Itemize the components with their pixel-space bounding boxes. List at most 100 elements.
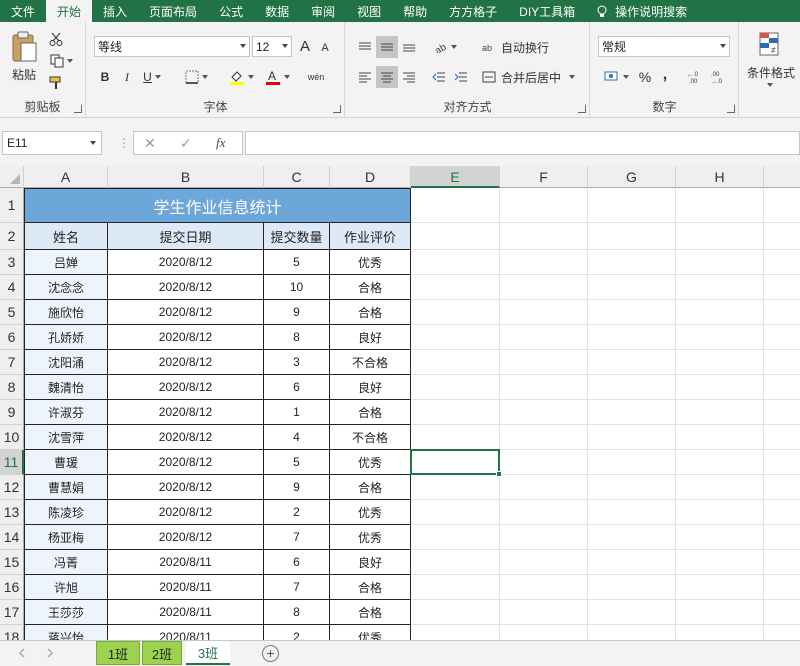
table-cell[interactable]: 曹瑗	[24, 450, 108, 475]
menu-tab-11[interactable]: 操作说明搜索	[586, 0, 698, 22]
active-cell-cursor[interactable]	[410, 449, 502, 477]
header-cell[interactable]: 姓名	[24, 223, 108, 250]
table-cell[interactable]: 2020/8/11	[108, 550, 264, 575]
orientation-icon[interactable]: ab	[430, 36, 460, 58]
table-title[interactable]: 学生作业信息统计	[24, 188, 411, 223]
menu-tab-1[interactable]: 开始	[46, 0, 93, 22]
table-cell[interactable]: 优秀	[330, 250, 411, 275]
formula-bar-splitter-icon[interactable]: ⋮	[118, 134, 130, 152]
format-painter-icon[interactable]	[46, 74, 66, 92]
conditional-format-icon[interactable]: ≠	[756, 30, 784, 60]
row-header-13[interactable]: 13	[0, 500, 24, 525]
italic-button[interactable]: I	[117, 66, 137, 88]
table-cell[interactable]: 不合格	[330, 425, 411, 450]
menu-tab-4[interactable]: 公式	[208, 0, 254, 22]
row-header-9[interactable]: 9	[0, 400, 24, 425]
table-cell[interactable]: 10	[264, 275, 330, 300]
row-header-4[interactable]: 4	[0, 275, 24, 300]
copy-icon[interactable]	[46, 52, 76, 70]
merge-center-button[interactable]: 合并后居中	[482, 66, 582, 88]
alignment-launcher-icon[interactable]	[578, 105, 586, 113]
table-cell[interactable]: 2020/8/11	[108, 625, 264, 640]
menu-tab-5[interactable]: 数据	[254, 0, 300, 22]
select-all-corner[interactable]	[0, 166, 24, 188]
table-cell[interactable]: 合格	[330, 600, 411, 625]
table-cell[interactable]: 2020/8/12	[108, 350, 264, 375]
table-cell[interactable]: 2020/8/12	[108, 250, 264, 275]
table-cell[interactable]: 1	[264, 400, 330, 425]
row-header-15[interactable]: 15	[0, 550, 24, 575]
grow-font-button[interactable]: A	[296, 36, 314, 57]
table-cell[interactable]: 沈阳涌	[24, 350, 108, 375]
menu-tab-3[interactable]: 页面布局	[138, 0, 208, 22]
table-cell[interactable]: 优秀	[330, 625, 411, 640]
table-cell[interactable]: 6	[264, 550, 330, 575]
table-cell[interactable]: 陈凌珍	[24, 500, 108, 525]
table-cell[interactable]: 2020/8/12	[108, 375, 264, 400]
table-cell[interactable]: 施欣怡	[24, 300, 108, 325]
currency-icon[interactable]	[599, 66, 633, 88]
scroll-tabs-left-icon[interactable]	[18, 647, 28, 659]
sheet-tab-2[interactable]: 2班	[142, 641, 182, 665]
header-cell[interactable]: 提交日期	[108, 223, 264, 250]
fill-handle[interactable]	[496, 471, 502, 477]
sheet-tab-3[interactable]: 3班	[186, 641, 230, 665]
row-header-17[interactable]: 17	[0, 600, 24, 625]
align-center-icon[interactable]	[376, 66, 398, 88]
wrap-text-button[interactable]: ab 自动换行	[482, 36, 582, 58]
decrease-indent-icon[interactable]	[428, 66, 450, 88]
increase-decimal-icon[interactable]: ←.0.00	[685, 66, 707, 88]
column-header-e[interactable]: E	[411, 166, 500, 188]
font-size-combo[interactable]: 12	[252, 36, 292, 57]
table-cell[interactable]: 2020/8/12	[108, 425, 264, 450]
menu-tab-2[interactable]: 插入	[92, 0, 138, 22]
font-color-icon[interactable]: A	[261, 66, 293, 88]
shrink-font-button[interactable]: A	[316, 38, 334, 57]
table-cell[interactable]: 吕婵	[24, 250, 108, 275]
table-cell[interactable]: 3	[264, 350, 330, 375]
number-format-combo[interactable]: 常规	[598, 36, 730, 57]
column-header-g[interactable]: G	[588, 166, 676, 188]
table-cell[interactable]: 4	[264, 425, 330, 450]
increase-indent-icon[interactable]	[450, 66, 472, 88]
column-header-d[interactable]: D	[330, 166, 411, 188]
font-launcher-icon[interactable]	[333, 105, 341, 113]
insert-function-icon[interactable]: fx	[216, 135, 225, 151]
column-header-b[interactable]: B	[108, 166, 264, 188]
row-header-12[interactable]: 12	[0, 475, 24, 500]
table-cell[interactable]: 良好	[330, 550, 411, 575]
align-right-icon[interactable]	[398, 66, 420, 88]
bold-button[interactable]: B	[95, 66, 115, 88]
align-middle-icon[interactable]	[376, 36, 398, 58]
table-cell[interactable]: 合格	[330, 575, 411, 600]
conditional-format-button[interactable]: 条件格式	[742, 64, 800, 80]
table-cell[interactable]: 合格	[330, 275, 411, 300]
phonetic-icon[interactable]: wén	[303, 66, 329, 88]
decrease-decimal-icon[interactable]: .00 →.0	[709, 66, 731, 88]
table-cell[interactable]: 2020/8/12	[108, 400, 264, 425]
menu-tab-10[interactable]: DIY工具箱	[508, 0, 586, 22]
table-cell[interactable]: 7	[264, 525, 330, 550]
table-cell[interactable]: 2	[264, 625, 330, 640]
menu-tab-0[interactable]: 文件	[0, 0, 46, 22]
table-cell[interactable]: 许旭	[24, 575, 108, 600]
row-header-8[interactable]: 8	[0, 375, 24, 400]
border-icon[interactable]	[181, 66, 211, 88]
row-header-3[interactable]: 3	[0, 250, 24, 275]
table-cell[interactable]: 2020/8/12	[108, 500, 264, 525]
percent-button[interactable]: %	[635, 66, 655, 88]
table-cell[interactable]: 良好	[330, 375, 411, 400]
table-cell[interactable]: 2020/8/11	[108, 600, 264, 625]
table-cell[interactable]: 2020/8/12	[108, 325, 264, 350]
table-cell[interactable]: 2020/8/11	[108, 575, 264, 600]
table-cell[interactable]: 8	[264, 600, 330, 625]
table-cell[interactable]: 优秀	[330, 500, 411, 525]
align-left-icon[interactable]	[354, 66, 376, 88]
table-cell[interactable]: 2020/8/12	[108, 275, 264, 300]
row-header-2[interactable]: 2	[0, 223, 24, 250]
comma-button[interactable]: ,	[657, 64, 673, 86]
table-cell[interactable]: 杨亚梅	[24, 525, 108, 550]
table-cell[interactable]: 6	[264, 375, 330, 400]
align-bottom-icon[interactable]	[398, 36, 420, 58]
table-cell[interactable]: 王莎莎	[24, 600, 108, 625]
